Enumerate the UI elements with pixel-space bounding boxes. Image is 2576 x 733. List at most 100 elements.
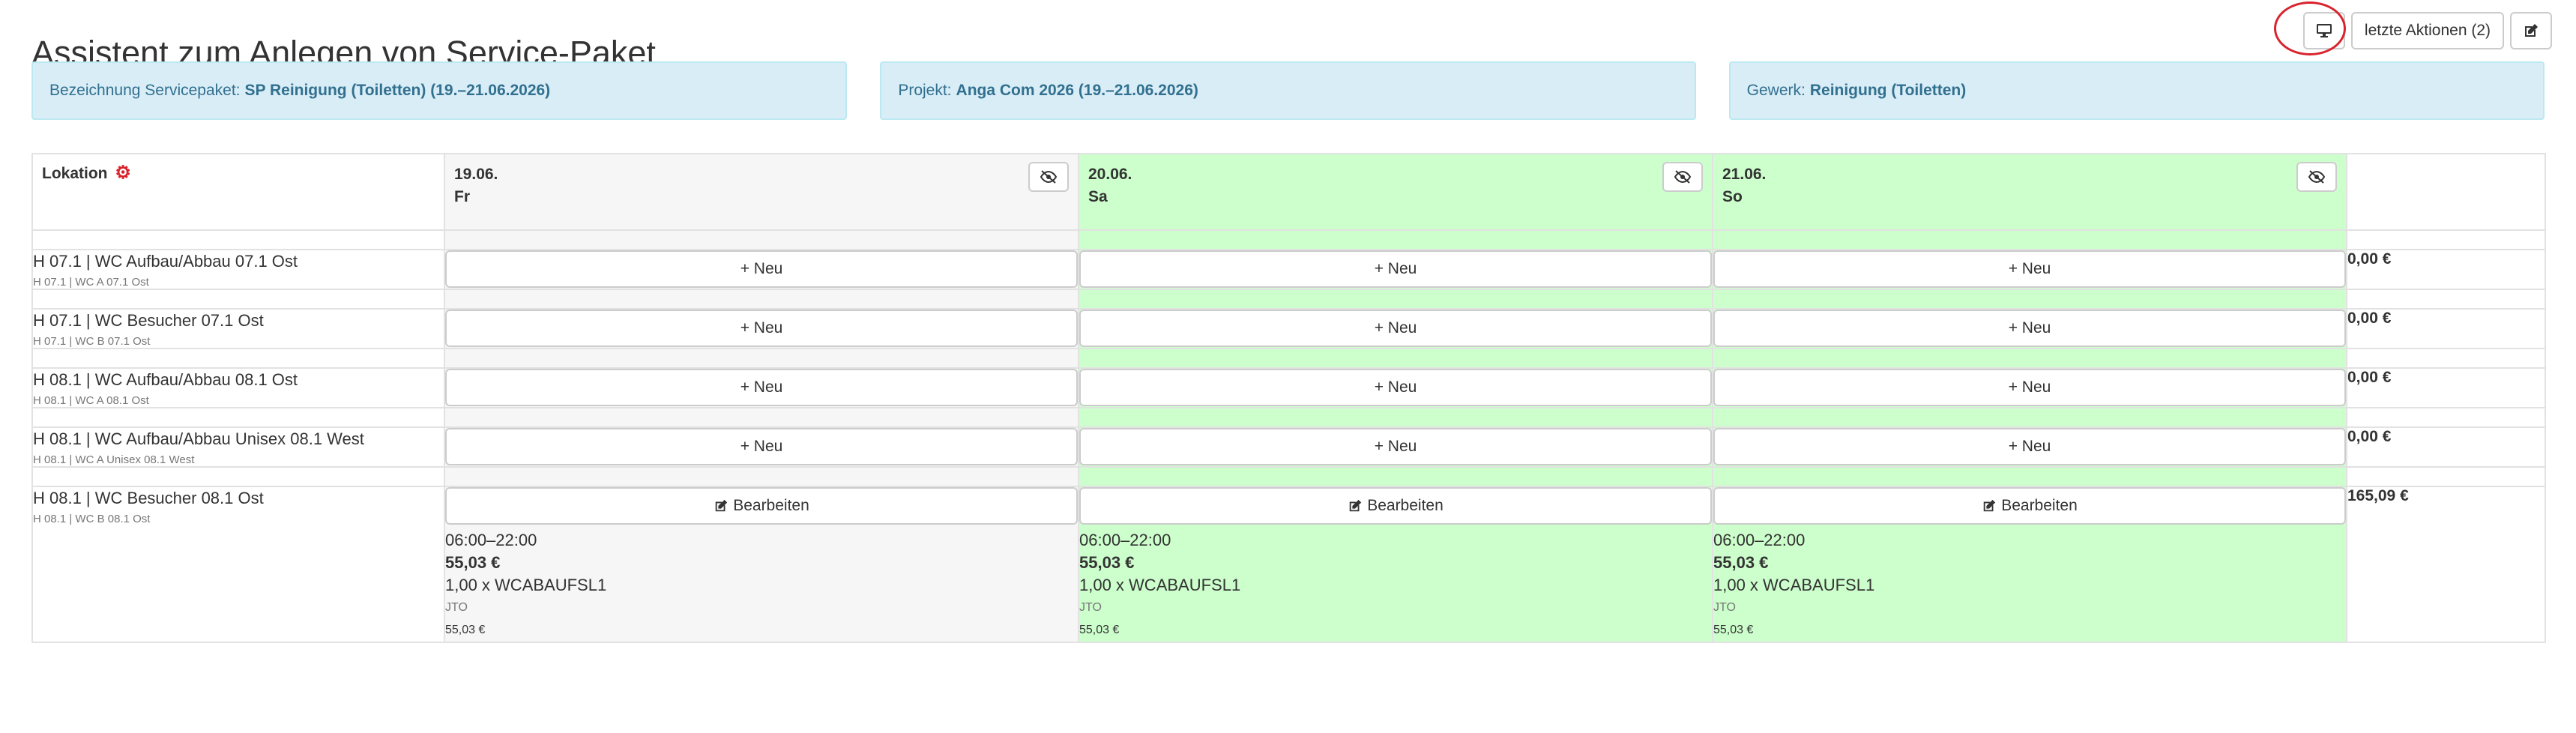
sum-header bbox=[2346, 153, 2546, 231]
day-header: 19.06. Fr bbox=[444, 153, 1079, 231]
day-cell: Bearbeiten 06:00–22:00 55,03 € 1,00 x WC… bbox=[1078, 486, 1713, 643]
eye-off-icon bbox=[1674, 170, 1692, 184]
new-button[interactable]: + Neu bbox=[1079, 310, 1712, 347]
new-button[interactable]: + Neu bbox=[1079, 428, 1712, 465]
slot-code: JTO bbox=[1079, 601, 1102, 614]
gewerk-info: Gewerk: Reinigung (Toiletten) bbox=[1728, 61, 2545, 120]
day-cell: + Neu bbox=[444, 426, 1079, 468]
new-button[interactable]: + Neu bbox=[1713, 369, 2346, 406]
slot-subtotal: 55,03 € bbox=[445, 624, 486, 636]
row-sum: 0,00 € bbox=[2346, 249, 2546, 290]
row-sum: 0,00 € bbox=[2346, 367, 2546, 408]
slot-quantity: 1,00 x WCABAUFSL1 bbox=[445, 576, 607, 594]
location-sub: H 07.1 | WC B 07.1 Ost bbox=[33, 335, 151, 348]
new-button[interactable]: + Neu bbox=[445, 310, 1078, 347]
day-weekday: So bbox=[1722, 188, 1743, 205]
slot-details: 06:00–22:00 55,03 € 1,00 x WCABAUFSL1 JT… bbox=[1713, 529, 2346, 642]
desktop-view-button[interactable] bbox=[2302, 12, 2345, 49]
day-cell: + Neu bbox=[444, 367, 1079, 408]
day-weekday: Fr bbox=[454, 188, 470, 205]
row-sum: 0,00 € bbox=[2346, 426, 2546, 468]
info-bar: Bezeichnung Servicepaket: SP Reinigung (… bbox=[31, 61, 2545, 120]
servicepaket-value: SP Reinigung (Toiletten) (19.–21.06.2026… bbox=[244, 82, 551, 99]
day-cell: + Neu bbox=[444, 308, 1079, 349]
new-button[interactable]: + Neu bbox=[445, 250, 1078, 288]
service-grid: Lokation ⚙ 19.06. Fr 20.06. Sa 21.06. So… bbox=[31, 153, 2546, 643]
new-button[interactable]: + Neu bbox=[445, 369, 1078, 406]
location-name: H 08.1 | WC Aufbau/Abbau Unisex 08.1 Wes… bbox=[33, 429, 364, 448]
table-row: H 08.1 | WC Aufbau/Abbau 08.1 Ost H 08.1… bbox=[31, 367, 2546, 408]
hide-day-button[interactable] bbox=[1028, 162, 1069, 192]
edit-button[interactable] bbox=[2510, 12, 2552, 49]
edit-slot-button[interactable]: Bearbeiten bbox=[445, 487, 1078, 525]
table-row: H 08.1 | WC Aufbau/Abbau Unisex 08.1 Wes… bbox=[31, 426, 2546, 468]
slot-time: 06:00–22:00 bbox=[445, 531, 537, 549]
row-sum: 0,00 € bbox=[2346, 308, 2546, 349]
edit-icon bbox=[2525, 24, 2538, 37]
table-row: H 07.1 | WC Aufbau/Abbau 07.1 Ost H 07.1… bbox=[31, 249, 2546, 290]
day-date: 19.06. bbox=[454, 166, 498, 183]
new-button[interactable]: + Neu bbox=[1713, 250, 2346, 288]
location-sub: H 08.1 | WC B 08.1 Ost bbox=[33, 513, 151, 525]
location-name: H 08.1 | WC Besucher 08.1 Ost bbox=[33, 489, 264, 507]
day-header: 21.06. So bbox=[1712, 153, 2347, 231]
day-cell: + Neu bbox=[1078, 249, 1713, 290]
day-header: 20.06. Sa bbox=[1078, 153, 1713, 231]
hide-day-button[interactable] bbox=[2296, 162, 2337, 192]
location-sub: H 08.1 | WC A Unisex 08.1 West bbox=[33, 453, 195, 466]
edit-slot-label: Bearbeiten bbox=[1367, 497, 1444, 514]
new-button[interactable]: + Neu bbox=[1079, 250, 1712, 288]
new-button[interactable]: + Neu bbox=[445, 428, 1078, 465]
slot-quantity: 1,00 x WCABAUFSL1 bbox=[1079, 576, 1241, 594]
table-row: H 08.1 | WC Besucher 08.1 Ost H 08.1 | W… bbox=[31, 486, 2546, 643]
day-cell: + Neu bbox=[1712, 367, 2347, 408]
eye-off-icon bbox=[1040, 170, 1058, 184]
day-date: 20.06. bbox=[1088, 166, 1132, 183]
slot-subtotal: 55,03 € bbox=[1713, 624, 1754, 636]
new-button[interactable]: + Neu bbox=[1079, 369, 1712, 406]
slot-quantity: 1,00 x WCABAUFSL1 bbox=[1713, 576, 1875, 594]
location-name: H 07.1 | WC Besucher 07.1 Ost bbox=[33, 311, 264, 330]
projekt-info: Projekt: Anga Com 2026 (19.–21.06.2026) bbox=[880, 61, 1696, 120]
edit-icon bbox=[715, 499, 728, 512]
location-header: Lokation ⚙ bbox=[31, 153, 445, 231]
location-cell: H 07.1 | WC Aufbau/Abbau 07.1 Ost H 07.1… bbox=[31, 249, 445, 290]
last-actions-button[interactable]: letzte Aktionen (2) bbox=[2350, 12, 2504, 49]
gear-icon[interactable]: ⚙ bbox=[115, 163, 131, 183]
gewerk-value: Reinigung (Toiletten) bbox=[1809, 82, 1967, 99]
day-cell: Bearbeiten 06:00–22:00 55,03 € 1,00 x WC… bbox=[1712, 486, 2347, 643]
slot-price: 55,03 € bbox=[445, 553, 501, 572]
location-header-label: Lokation bbox=[42, 165, 108, 182]
day-cell: Bearbeiten 06:00–22:00 55,03 € 1,00 x WC… bbox=[444, 486, 1079, 643]
edit-slot-label: Bearbeiten bbox=[2001, 497, 2078, 514]
projekt-value: Anga Com 2026 (19.–21.06.2026) bbox=[956, 82, 1198, 99]
edit-slot-button[interactable]: Bearbeiten bbox=[1713, 487, 2346, 525]
day-weekday: Sa bbox=[1088, 188, 1108, 205]
slot-code: JTO bbox=[1713, 601, 1736, 614]
servicepaket-info: Bezeichnung Servicepaket: SP Reinigung (… bbox=[31, 61, 848, 120]
edit-icon bbox=[1983, 499, 1996, 512]
slot-details: 06:00–22:00 55,03 € 1,00 x WCABAUFSL1 JT… bbox=[445, 529, 1078, 642]
day-date: 21.06. bbox=[1722, 166, 1767, 183]
slot-price: 55,03 € bbox=[1079, 553, 1135, 572]
eye-off-icon bbox=[2308, 170, 2326, 184]
table-row: H 07.1 | WC Besucher 07.1 Ost H 07.1 | W… bbox=[31, 308, 2546, 349]
edit-slot-label: Bearbeiten bbox=[733, 497, 809, 514]
slot-price: 55,03 € bbox=[1713, 553, 1769, 572]
edit-slot-button[interactable]: Bearbeiten bbox=[1079, 487, 1712, 525]
gewerk-label: Gewerk: bbox=[1746, 82, 1806, 99]
new-button[interactable]: + Neu bbox=[1713, 428, 2346, 465]
toolbar: letzte Aktionen (2) bbox=[2302, 12, 2552, 49]
page: Assistent zum Anlegen von Service-Paket … bbox=[0, 0, 2576, 733]
servicepaket-label: Bezeichnung Servicepaket: bbox=[49, 82, 241, 99]
day-cell: + Neu bbox=[1078, 367, 1713, 408]
new-button[interactable]: + Neu bbox=[1713, 310, 2346, 347]
hide-day-button[interactable] bbox=[1662, 162, 1703, 192]
location-name: H 07.1 | WC Aufbau/Abbau 07.1 Ost bbox=[33, 252, 298, 271]
location-sub: H 08.1 | WC A 08.1 Ost bbox=[33, 394, 149, 407]
slot-time: 06:00–22:00 bbox=[1079, 531, 1171, 549]
location-cell: H 08.1 | WC Aufbau/Abbau Unisex 08.1 Wes… bbox=[31, 426, 445, 468]
row-sum: 165,09 € bbox=[2346, 486, 2546, 643]
header-row: Lokation ⚙ 19.06. Fr 20.06. Sa 21.06. So bbox=[31, 153, 2546, 231]
location-cell: H 08.1 | WC Besucher 08.1 Ost H 08.1 | W… bbox=[31, 486, 445, 643]
